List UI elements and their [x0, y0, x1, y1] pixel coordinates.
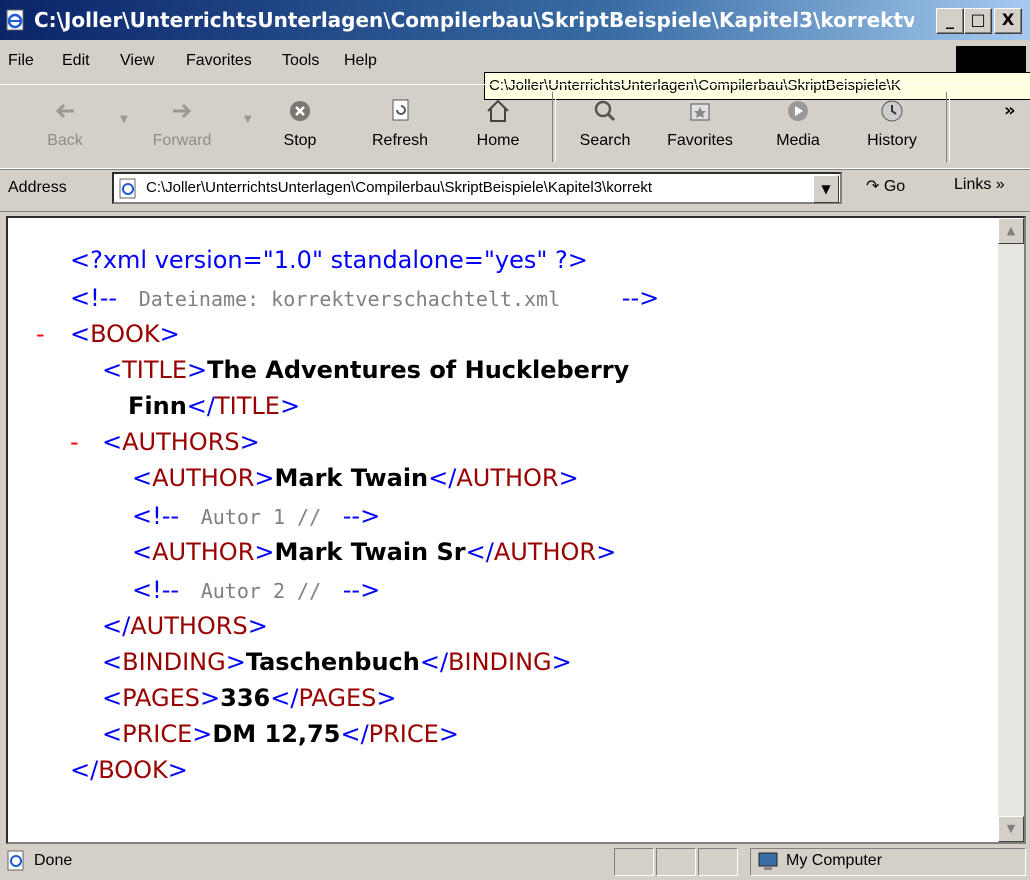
xml-author-element: <AUTHOR>Mark Twain</AUTHOR> — [132, 464, 579, 492]
media-button[interactable]: Media — [770, 96, 826, 162]
xml-title-element: <TITLE>The Adventures of Huckleberry — [102, 356, 630, 384]
refresh-icon — [392, 99, 409, 121]
menu-tools[interactable]: Tools — [282, 52, 319, 70]
collapse-book-toggle[interactable]: - — [36, 320, 45, 348]
menu-view[interactable]: View — [120, 52, 154, 70]
history-icon — [881, 100, 903, 122]
forward-dropdown-icon[interactable]: ▼ — [244, 114, 252, 125]
window-title: C:\Joller\UnterrichtsUnterlagen\Compiler… — [34, 8, 914, 32]
go-label: Go — [883, 178, 906, 195]
xml-book-open: <BOOK> — [70, 320, 180, 348]
home-icon — [487, 99, 509, 122]
scroll-down-icon[interactable]: ▼ — [998, 816, 1024, 842]
xml-pages-element: <PAGES>336</PAGES> — [102, 684, 397, 712]
xml-author-comment: <!-- Autor 2 // --> — [132, 576, 381, 604]
my-computer-icon — [758, 852, 778, 870]
back-dropdown-icon[interactable]: ▼ — [120, 114, 128, 125]
go-button[interactable]: ↷ Go — [866, 176, 905, 196]
forward-button[interactable]: Forward — [142, 96, 222, 162]
ie-page-icon — [6, 9, 24, 31]
xml-author-element: <AUTHOR>Mark Twain Sr</AUTHOR> — [132, 538, 617, 566]
xml-title-continuation: Finn</TITLE> — [128, 392, 301, 420]
status-text: Done — [34, 852, 73, 869]
go-arrow-icon: ↷ — [866, 178, 880, 195]
ie-page-icon — [119, 178, 136, 199]
scroll-up-icon[interactable]: ▲ — [998, 218, 1024, 244]
xml-authors-close: </AUTHORS> — [102, 612, 268, 640]
status-pane — [614, 848, 654, 876]
back-arrow-icon — [55, 103, 74, 119]
back-button[interactable]: Back — [42, 96, 88, 162]
address-label: Address — [8, 179, 67, 196]
toolbar-separator — [946, 92, 950, 162]
document-view[interactable]: <?xml version="1.0" standalone="yes" ?> … — [6, 216, 1026, 844]
toolbar-separator — [552, 92, 556, 162]
ie-status-icon — [7, 850, 24, 871]
close-button[interactable]: X — [994, 8, 1022, 34]
home-label: Home — [476, 132, 520, 149]
status-pane — [698, 848, 738, 876]
favorites-button[interactable]: Favorites — [656, 96, 744, 162]
search-button[interactable]: Search — [572, 96, 638, 162]
forward-arrow-icon — [173, 103, 192, 119]
links-button[interactable]: Links » — [954, 176, 1005, 194]
xml-authors-open: <AUTHORS> — [102, 428, 260, 456]
stop-label: Stop — [283, 132, 317, 149]
status-pane — [656, 848, 696, 876]
search-icon — [594, 100, 616, 122]
xml-binding-element: <BINDING>Taschenbuch</BINDING> — [102, 648, 572, 676]
xml-declaration: <?xml version="1.0" standalone="yes" ?> — [70, 246, 588, 274]
xml-tree: <?xml version="1.0" standalone="yes" ?> … — [8, 218, 998, 838]
menu-favorites[interactable]: Favorites — [186, 52, 252, 70]
browser-window: C:\Joller\UnterrichtsUnterlagen\Compiler… — [0, 0, 1030, 880]
xml-price-element: <PRICE>DM 12,75</PRICE> — [102, 720, 459, 748]
menu-file[interactable]: File — [8, 52, 34, 70]
address-input[interactable]: C:\Joller\UnterrichtsUnterlagen\Compiler… — [112, 172, 842, 204]
favorites-icon — [690, 103, 710, 121]
maximize-button[interactable]: □ — [964, 8, 992, 34]
vertical-scrollbar[interactable]: ▲ ▼ — [998, 218, 1024, 842]
minimize-button[interactable]: _ — [936, 8, 964, 34]
toolbar-more-chevron-icon[interactable]: » — [1004, 100, 1016, 121]
xml-book-close: </BOOK> — [70, 756, 188, 784]
address-dropdown-icon[interactable]: ▼ — [813, 175, 839, 203]
history-label: History — [867, 132, 917, 149]
home-button[interactable]: Home — [470, 96, 526, 162]
back-label: Back — [47, 132, 83, 149]
stop-icon — [290, 101, 310, 121]
xml-author-comment: <!-- Autor 1 // --> — [132, 502, 381, 530]
xml-comment: <!-- Dateiname: korrektverschachtelt.xml… — [70, 284, 660, 312]
menu-help[interactable]: Help — [344, 52, 377, 70]
address-value: C:\Joller\UnterrichtsUnterlagen\Compiler… — [146, 179, 653, 196]
collapse-authors-toggle[interactable]: - — [70, 428, 79, 456]
forward-label: Forward — [152, 132, 212, 149]
favorites-label: Favorites — [667, 132, 733, 149]
refresh-label: Refresh — [371, 132, 429, 149]
menu-edit[interactable]: Edit — [62, 52, 90, 70]
media-label: Media — [776, 132, 820, 149]
refresh-button[interactable]: Refresh — [362, 96, 438, 162]
media-icon — [788, 101, 808, 121]
history-button[interactable]: History — [858, 96, 926, 162]
zone-text: My Computer — [786, 852, 883, 869]
stop-button[interactable]: Stop — [278, 96, 322, 162]
title-bar[interactable]: C:\Joller\UnterrichtsUnterlagen\Compiler… — [0, 0, 1030, 40]
search-label: Search — [579, 132, 631, 149]
